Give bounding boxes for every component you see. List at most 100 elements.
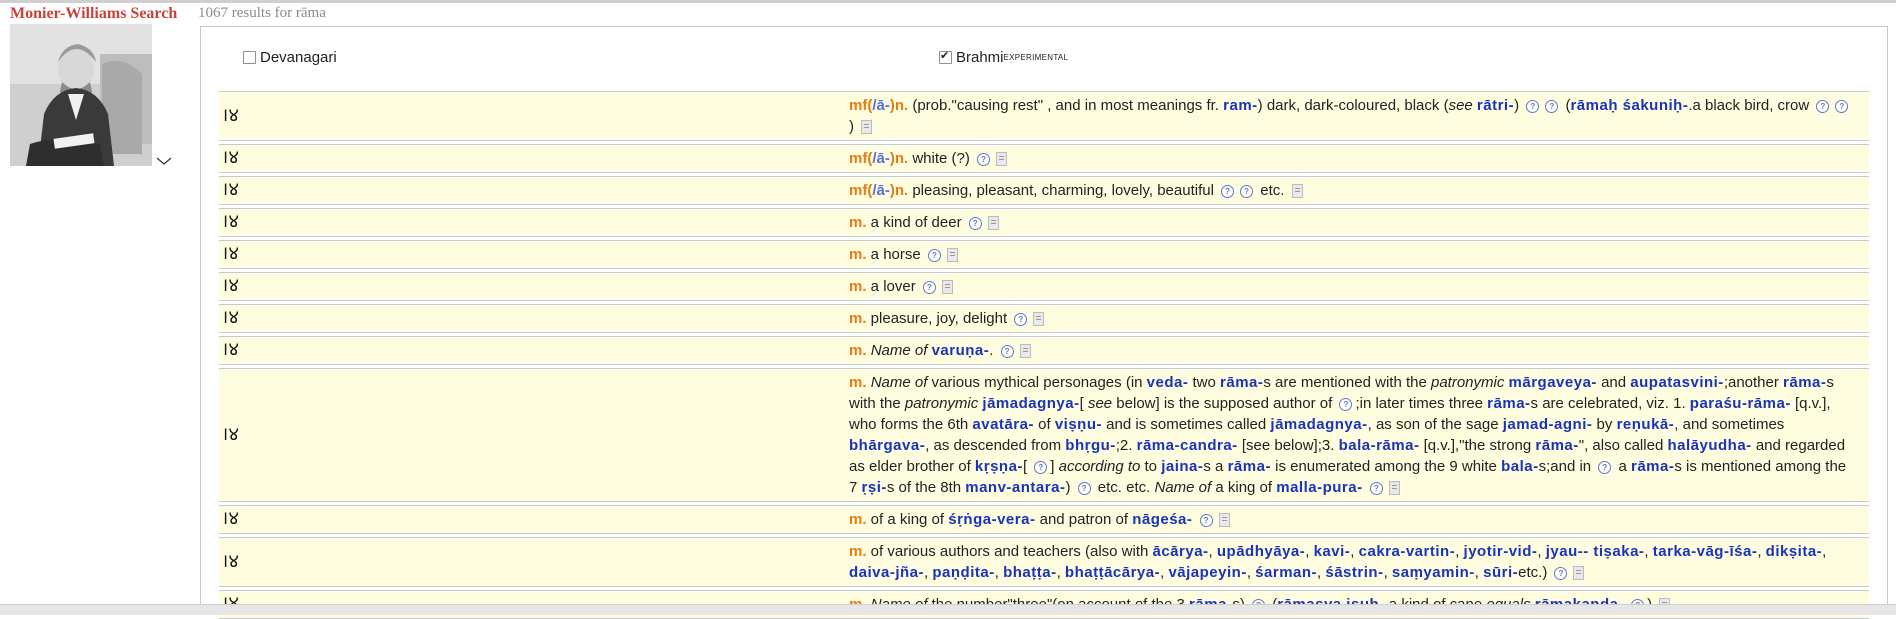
- sanskrit-link[interactable]: nāgeśa-: [1132, 511, 1192, 528]
- sanskrit-link[interactable]: viṣṇu-: [1055, 416, 1102, 433]
- sanskrit-link[interactable]: ram-: [1223, 97, 1258, 114]
- help-icon[interactable]: ?: [927, 248, 941, 262]
- brahmi-word: 𑀭𑀫: [219, 208, 847, 237]
- sanskrit-link[interactable]: rāmaḥ śakuniḥ-: [1570, 97, 1688, 114]
- sanskrit-link[interactable]: mārgaveya-: [1509, 374, 1597, 391]
- sanskrit-link[interactable]: halāyudha-: [1667, 437, 1751, 454]
- page-scan-icon[interactable]: [1019, 344, 1031, 359]
- sanskrit-link[interactable]: kavi-: [1314, 543, 1351, 560]
- help-icon[interactable]: ?: [1199, 513, 1213, 527]
- help-icon[interactable]: ?: [922, 280, 936, 294]
- horizontal-scrollbar[interactable]: [0, 604, 1896, 615]
- grammar-marker: )n.: [889, 182, 909, 199]
- definition-text: ): [1065, 479, 1075, 496]
- sanskrit-link[interactable]: varuṇa-: [932, 342, 990, 359]
- sanskrit-link[interactable]: tarka-vāg-īśa-: [1653, 543, 1758, 560]
- sanskrit-link[interactable]: cakra-vartin-: [1359, 543, 1456, 560]
- sanskrit-link[interactable]: bala-rāma-: [1339, 437, 1420, 454]
- page-scan-icon[interactable]: [1033, 312, 1045, 327]
- sanskrit-link[interactable]: manv-antara-: [965, 479, 1065, 496]
- sanskrit-link[interactable]: saṃyamin-: [1392, 564, 1475, 581]
- brahmi-checkbox[interactable]: [939, 49, 952, 64]
- sanskrit-link[interactable]: avatāra-: [972, 416, 1034, 433]
- help-icon[interactable]: ?: [1554, 566, 1568, 580]
- definition-text: ,: [1644, 543, 1653, 560]
- sanskrit-link[interactable]: śāstrin-: [1325, 564, 1383, 581]
- help-icon[interactable]: ?: [1034, 460, 1048, 474]
- page-scan-icon[interactable]: [941, 280, 953, 295]
- page-scan-icon[interactable]: [1291, 184, 1303, 199]
- page-scan-icon[interactable]: [1573, 566, 1585, 581]
- page-scan-icon[interactable]: [946, 248, 958, 263]
- help-icon[interactable]: ?: [1369, 481, 1383, 495]
- help-icon[interactable]: ?: [1545, 99, 1559, 113]
- page-scan-icon[interactable]: [861, 120, 873, 135]
- devanagari-checkbox[interactable]: [243, 51, 256, 64]
- sanskrit-link[interactable]: rāma-: [1535, 437, 1578, 454]
- page-scan-icon[interactable]: [987, 216, 999, 231]
- sanskrit-link[interactable]: ācārya-: [1153, 543, 1209, 560]
- help-icon[interactable]: ?: [1000, 344, 1014, 358]
- sanskrit-link[interactable]: bhṛgu-: [1065, 437, 1115, 454]
- help-icon[interactable]: ?: [1526, 99, 1540, 113]
- sanskrit-link[interactable]: upādhyāya-: [1217, 543, 1305, 560]
- sanskrit-link[interactable]: paṇḍita-: [932, 564, 994, 581]
- help-icon[interactable]: ?: [1077, 481, 1091, 495]
- sanskrit-link[interactable]: aupatasvini-: [1630, 374, 1724, 391]
- help-icon[interactable]: ?: [1240, 184, 1254, 198]
- feminine-form: /ā-: [872, 97, 890, 114]
- brahmi-option[interactable]: BrahmiEXPERIMENTAL: [939, 49, 1068, 66]
- app-title[interactable]: Monier-Williams Search: [10, 5, 177, 23]
- sanskrit-link[interactable]: malla-pura-: [1276, 479, 1362, 496]
- sanskrit-link[interactable]: rāma-: [1631, 458, 1674, 475]
- brahmi-word: 𑀭𑀫: [219, 304, 847, 333]
- definition-text: pleasure, joy, delight: [866, 310, 1012, 327]
- sanskrit-link[interactable]: jyau-- tiṣaka-: [1546, 543, 1645, 560]
- definition-text: [1363, 479, 1367, 496]
- sanskrit-link[interactable]: rāma-candra-: [1137, 437, 1238, 454]
- results-table: 𑀭𑀫 mf(/ā-)n. (prob."causing rest" , and i…: [219, 91, 1869, 619]
- sanskrit-link[interactable]: rāma-: [1783, 374, 1826, 391]
- help-icon[interactable]: ?: [977, 152, 991, 166]
- sanskrit-link[interactable]: bala-: [1501, 458, 1539, 475]
- help-icon[interactable]: ?: [1598, 460, 1612, 474]
- sanskrit-link[interactable]: vājapeyin-: [1168, 564, 1246, 581]
- sanskrit-link[interactable]: śṛṅga-vera-: [948, 511, 1035, 528]
- devanagari-option[interactable]: Devanagari: [243, 49, 337, 66]
- sanskrit-link[interactable]: rāma-: [1487, 395, 1530, 412]
- sanskrit-link[interactable]: jyotir-vid-: [1464, 543, 1538, 560]
- help-icon[interactable]: ?: [1014, 312, 1028, 326]
- sanskrit-link[interactable]: sūri-: [1483, 564, 1518, 581]
- help-icon[interactable]: ?: [1835, 99, 1849, 113]
- page-scan-icon[interactable]: [1388, 481, 1400, 496]
- sanskrit-link[interactable]: jaina-: [1161, 458, 1203, 475]
- brahmi-word: 𑀭𑀫: [219, 336, 847, 365]
- sanskrit-link[interactable]: ṛṣi-: [862, 479, 887, 496]
- sanskrit-link[interactable]: rāma-: [1220, 374, 1263, 391]
- sanskrit-link[interactable]: reṇukā-: [1617, 416, 1675, 433]
- sanskrit-link[interactable]: rāma-: [1228, 458, 1271, 475]
- chevron-down-icon[interactable]: [156, 153, 172, 171]
- help-icon[interactable]: ?: [1816, 99, 1830, 113]
- sanskrit-link[interactable]: veda-: [1147, 374, 1189, 391]
- definition-text: , and sometimes: [1674, 416, 1785, 433]
- brahmi-word: 𑀭𑀫: [219, 240, 847, 269]
- sanskrit-link[interactable]: jamad-agni-: [1503, 416, 1593, 433]
- sanskrit-link[interactable]: paraśu-rāma-: [1690, 395, 1791, 412]
- page-scan-icon[interactable]: [996, 152, 1008, 167]
- help-icon[interactable]: ?: [1221, 184, 1235, 198]
- sanskrit-link[interactable]: dikṣita-: [1766, 543, 1823, 560]
- sanskrit-link[interactable]: jāmadagnya-: [1270, 416, 1367, 433]
- sanskrit-link[interactable]: rātri-: [1477, 97, 1514, 114]
- sanskrit-link[interactable]: jāmadagnya-: [982, 395, 1079, 412]
- sanskrit-link[interactable]: bhaṭṭācārya-: [1065, 564, 1160, 581]
- sanskrit-link[interactable]: daiva-jña-: [849, 564, 924, 581]
- sanskrit-link[interactable]: śarman-: [1255, 564, 1317, 581]
- help-icon[interactable]: ?: [968, 216, 982, 230]
- help-icon[interactable]: ?: [1339, 397, 1353, 411]
- feminine-form: /ā-: [872, 150, 890, 167]
- sanskrit-link[interactable]: kṛṣṇa-: [975, 458, 1023, 475]
- page-scan-icon[interactable]: [1218, 513, 1230, 528]
- sanskrit-link[interactable]: bhārgava-: [849, 437, 925, 454]
- sanskrit-link[interactable]: bhaṭṭa-: [1003, 564, 1057, 581]
